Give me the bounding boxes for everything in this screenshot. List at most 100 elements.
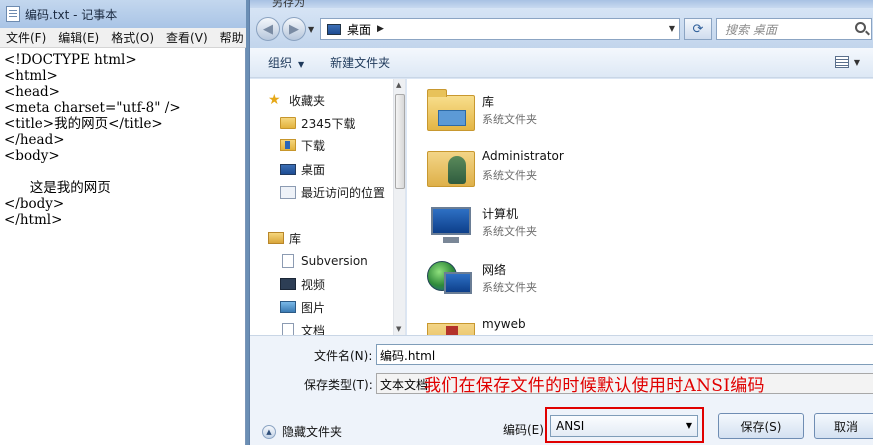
menu-help[interactable]: 帮助	[214, 29, 250, 46]
filetype-label: 保存类型(T):	[304, 378, 373, 392]
desktop-icon	[327, 23, 341, 35]
search-input[interactable]: 搜索 桌面	[716, 18, 872, 40]
nav-item-desktop[interactable]: 桌面	[280, 158, 325, 180]
nav-item-label: Subversion	[301, 254, 368, 268]
notepad-text-area[interactable]: <!DOCTYPE html> <html> <head> <meta charset…	[4, 52, 244, 228]
notepad-window: 编码.txt - 记事本 文件(F) 编辑(E) 格式(O) 查看(V) 帮助 …	[0, 0, 246, 445]
desktop-icon	[280, 163, 296, 175]
refresh-button[interactable]: ⟳	[684, 18, 712, 40]
file-name: myweb	[482, 317, 526, 331]
nav-item-label: 最近访问的位置	[301, 185, 386, 200]
list-item[interactable]: 计算机 系统文件夹	[427, 197, 727, 251]
address-dropdown-icon[interactable]: ▼	[669, 24, 675, 33]
search-icon	[855, 22, 866, 33]
collapse-arrow-icon: ▲	[262, 424, 276, 439]
annotation-text: 我们在保存文件的时候默认使用时ANSI编码	[424, 376, 765, 396]
hide-folders-label: 隐藏文件夹	[282, 425, 343, 439]
navigation-scrollbar[interactable]: ▲ ▼	[393, 79, 405, 335]
view-list-icon	[834, 56, 849, 68]
file-type: 系统文件夹	[482, 281, 537, 294]
save-button[interactable]: 保存(S)	[718, 413, 804, 439]
forward-button[interactable]: ▶	[282, 17, 306, 41]
nav-item-label: 2345下载	[301, 116, 356, 131]
organize-label: 组织	[268, 56, 293, 70]
nav-item-label: 视频	[301, 277, 326, 292]
nav-item-label: 下载	[301, 138, 326, 153]
save-options-panel: 文件名(N): 编码.html 保存类型(T): 文本文档 我们在保存文件的时候…	[250, 335, 873, 445]
menu-format[interactable]: 格式(O)	[105, 29, 160, 46]
notepad-title: 编码.txt - 记事本	[25, 7, 118, 22]
nav-item-videos[interactable]: 视频	[280, 273, 325, 295]
chevron-down-icon: ▼	[685, 421, 692, 430]
list-item[interactable]: Administrator 系统文件夹	[427, 141, 727, 195]
back-button[interactable]: ◀	[256, 17, 280, 41]
breadcrumb-chevron-icon[interactable]: ▶	[377, 24, 384, 34]
file-type: 系统文件夹	[482, 113, 537, 126]
network-icon	[427, 261, 472, 294]
nav-item-libraries[interactable]: 库	[268, 227, 301, 249]
user-folder-icon	[427, 151, 475, 187]
menu-view[interactable]: 查看(V)	[160, 29, 214, 46]
organize-button[interactable]: 组织 ▼	[250, 54, 314, 71]
view-options-button[interactable]: ▼	[834, 56, 860, 68]
nav-item-label: 收藏夹	[289, 93, 326, 108]
menu-edit[interactable]: 编辑(E)	[52, 29, 105, 46]
list-item[interactable]: 网络 系统文件夹	[427, 253, 727, 307]
organize-dropdown-icon: ▼	[298, 60, 305, 69]
text-line: <head>	[4, 84, 60, 100]
nav-item-pictures[interactable]: 图片	[280, 296, 325, 318]
web-folder-icon	[427, 323, 475, 335]
computer-icon	[431, 207, 471, 243]
library-folder-icon	[427, 89, 475, 131]
menu-file[interactable]: 文件(F)	[0, 29, 52, 46]
notepad-title-bar[interactable]: 编码.txt - 记事本	[0, 0, 246, 28]
filename-label: 文件名(N):	[314, 349, 373, 363]
dialog-title-bar[interactable]: 另存为	[250, 0, 873, 9]
scroll-down-icon[interactable]: ▼	[396, 325, 401, 333]
file-name: 网络	[482, 263, 507, 277]
encoding-value: ANSI	[556, 419, 585, 433]
nav-item-label: 库	[289, 231, 302, 246]
file-name: 计算机	[482, 207, 519, 221]
file-type: 系统文件夹	[482, 225, 537, 238]
address-bar[interactable]: 桌面 ▶ ▼	[320, 18, 680, 40]
history-dropdown-icon[interactable]: ▼	[308, 25, 314, 34]
list-item[interactable]: myweb	[427, 309, 727, 335]
navigation-bar: ◀ ▶ ▼ 桌面 ▶ ▼ ⟳ 搜索 桌面	[250, 8, 873, 48]
recent-places-icon	[280, 185, 296, 199]
file-list: 库 系统文件夹 Administrator 系统文件夹 计算机 系统文件夹 网络…	[407, 79, 873, 335]
nav-item-favorites[interactable]: ★ 收藏夹	[268, 89, 325, 111]
notepad-icon	[6, 6, 20, 22]
new-folder-button[interactable]: 新建文件夹	[314, 54, 400, 71]
text-line: </head>	[4, 132, 65, 148]
encoding-select[interactable]: ANSI ▼	[550, 415, 698, 437]
text-line: <meta charset="utf-8" />	[4, 100, 181, 116]
nav-item-downloads[interactable]: 下载	[280, 134, 325, 156]
cancel-button[interactable]: 取消	[814, 413, 873, 439]
text-line: <!DOCTYPE html>	[4, 52, 137, 68]
filename-input[interactable]: 编码.html	[376, 344, 873, 365]
forward-arrow-icon: ▶	[289, 21, 299, 37]
nav-item-label: 图片	[301, 300, 326, 315]
navigation-pane: ★ 收藏夹 2345下载 下载 桌面 最近访问的位置 库 Subversion 视…	[250, 79, 406, 335]
dialog-toolbar: 组织 ▼ 新建文件夹 ▼	[250, 48, 873, 78]
text-line: <body>	[4, 148, 60, 164]
back-arrow-icon: ◀	[263, 21, 273, 37]
list-item[interactable]: 库 系统文件夹	[427, 85, 727, 139]
nav-item-2345-downloads[interactable]: 2345下载	[280, 112, 356, 134]
text-line: <title>我的网页</title>	[4, 116, 163, 132]
nav-item-recent-places[interactable]: 最近访问的位置	[280, 181, 385, 203]
encoding-label: 编码(E)	[503, 423, 544, 437]
save-as-dialog: 另存为 ◀ ▶ ▼ 桌面 ▶ ▼ ⟳ 搜索 桌面 组织 ▼ 新建文件夹 ▼ ★ …	[249, 0, 873, 445]
scroll-up-icon[interactable]: ▲	[396, 81, 401, 89]
nav-item-subversion[interactable]: Subversion	[280, 250, 368, 272]
text-line	[4, 164, 244, 180]
hide-folders-toggle[interactable]: ▲ 隐藏文件夹	[262, 423, 342, 440]
nav-item-documents[interactable]: 文档	[280, 319, 325, 335]
scrollbar-thumb[interactable]	[395, 94, 405, 189]
folder-icon	[280, 117, 296, 129]
text-line: </html>	[4, 212, 63, 228]
text-line: 这是我的网页	[4, 180, 111, 196]
file-name: 库	[482, 95, 495, 109]
file-type: 系统文件夹	[482, 169, 537, 182]
